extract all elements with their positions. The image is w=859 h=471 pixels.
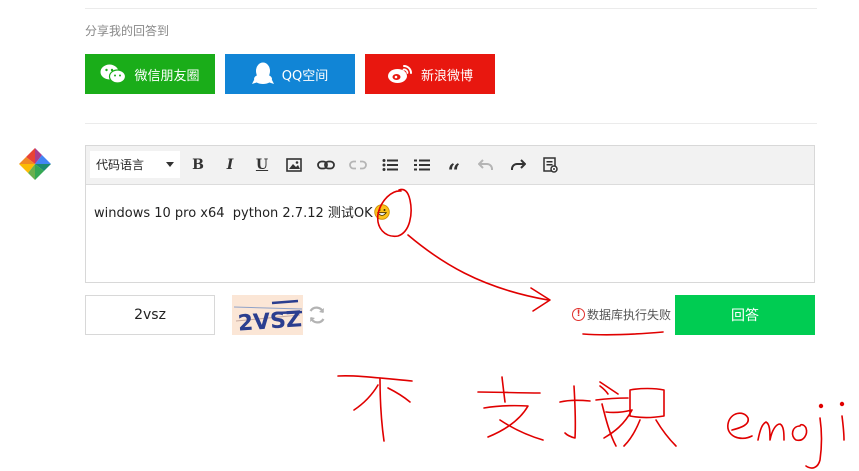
image-icon[interactable] [283, 154, 305, 176]
code-language-label: 代码语言 [96, 158, 145, 172]
chevron-down-icon [166, 162, 174, 167]
bold-icon[interactable]: B [187, 154, 209, 176]
code-language-select[interactable]: 代码语言 [90, 151, 180, 178]
numbered-list-icon[interactable] [411, 154, 433, 176]
redo-icon[interactable] [507, 154, 529, 176]
quote-icon[interactable]: “ [443, 154, 465, 186]
exclamation-circle-icon: ! [572, 308, 585, 321]
share-label: 分享我的回答到 [85, 24, 170, 38]
captcha-input[interactable]: 2vsz [85, 295, 215, 335]
unlink-icon[interactable] [347, 154, 369, 176]
wechat-icon [100, 64, 127, 84]
annotation-underline [582, 331, 664, 336]
avatar [16, 145, 54, 183]
preview-icon[interactable] [539, 154, 561, 176]
undo-icon[interactable] [475, 154, 497, 176]
error-text: 数据库执行失败 [587, 308, 672, 322]
weibo-icon [387, 63, 413, 85]
share-wechat-label: 微信朋友圈 [134, 68, 200, 84]
answer-editor: 代码语言 B I U “ windows 10 pro x64 python 2… [85, 145, 815, 283]
refresh-icon[interactable] [307, 305, 327, 329]
bullet-list-icon[interactable] [379, 154, 401, 176]
underline-icon[interactable]: U [251, 154, 273, 176]
italic-icon[interactable]: I [219, 154, 241, 176]
share-qzone-button[interactable]: QQ空间 [225, 54, 355, 94]
editor-toolbar: 代码语言 B I U “ [86, 146, 814, 186]
share-qzone-label: QQ空间 [281, 68, 329, 84]
section-divider [85, 123, 817, 124]
editor-text: windows 10 pro x64 python 2.7.12 测试OK [94, 206, 373, 221]
error-message: ! 数据库执行失败 [572, 306, 671, 323]
captcha-image[interactable]: 2VSZ [232, 295, 303, 337]
share-weibo-label: 新浪微博 [420, 68, 473, 84]
top-divider [85, 8, 817, 9]
qq-icon [251, 62, 274, 86]
editor-content[interactable]: windows 10 pro x64 python 2.7.12 测试OK [86, 185, 814, 241]
annotation-arrowhead [530, 287, 551, 312]
pinwheel-icon [19, 148, 51, 180]
link-icon[interactable] [315, 154, 337, 176]
grinning-face-emoji-icon [373, 204, 390, 224]
submit-answer-button[interactable]: 回答 [675, 295, 815, 335]
share-weibo-button[interactable]: 新浪微博 [365, 54, 495, 94]
share-wechat-moments-button[interactable]: 微信朋友圈 [85, 54, 215, 94]
